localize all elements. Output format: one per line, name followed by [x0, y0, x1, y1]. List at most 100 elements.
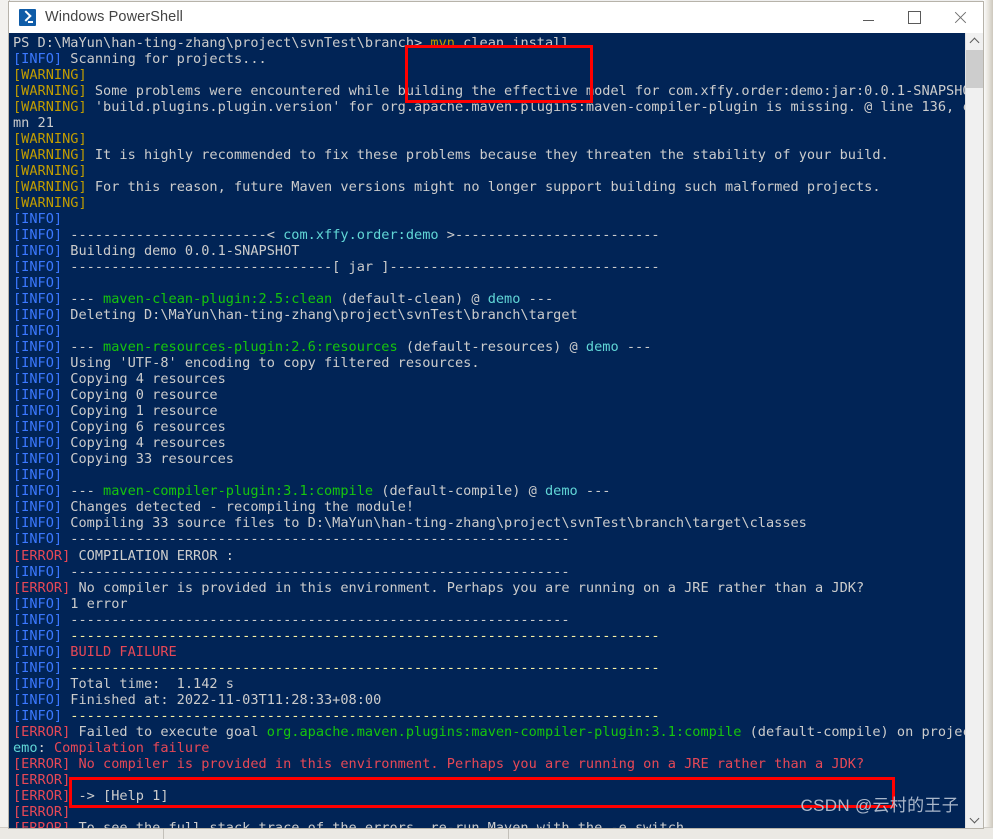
scroll-down-button[interactable] — [966, 811, 983, 828]
taskbar-strip — [0, 827, 993, 839]
console-text-segment: maven-resources-plugin:2.6:resources — [103, 339, 398, 356]
chevron-up-icon — [969, 37, 980, 48]
console-text-segment: Copying 1 resource — [62, 403, 218, 420]
console-text-segment: [ERROR] — [13, 787, 71, 804]
console-line: [INFO] BUILD FAILURE — [13, 644, 965, 660]
console-line: [WARNING] 'build.plugins.plugin.version'… — [13, 99, 965, 115]
maximize-button[interactable] — [891, 2, 937, 32]
console-text-segment: ----------------------------------------… — [62, 611, 570, 628]
powershell-window: Windows PowerShell PS D:\MaYun\han-ting-… — [9, 2, 983, 828]
title-bar[interactable]: Windows PowerShell — [9, 2, 983, 33]
console-text-segment: [INFO] — [13, 403, 63, 420]
console-text-segment: [ERROR] — [13, 723, 71, 740]
console-line: [INFO] Finished at: 2022-11-03T11:28:33+… — [13, 692, 965, 708]
console-scrollbar[interactable] — [965, 33, 983, 828]
console-line: [INFO] Copying 33 resources — [13, 451, 965, 467]
console-line: [INFO] ------------------------< com.xff… — [13, 227, 965, 243]
console-text-segment: (default-compile) @ — [373, 483, 545, 500]
window-controls — [845, 2, 983, 32]
console-line: [INFO] ---------------------------------… — [13, 708, 965, 724]
maximize-icon — [907, 10, 921, 24]
console-text-segment: [INFO] — [13, 467, 63, 484]
console-text-segment: [INFO] — [13, 51, 63, 68]
console-text-segment: [INFO] — [13, 643, 63, 660]
chevron-down-icon — [969, 813, 980, 824]
console-text-segment: [INFO] — [13, 355, 63, 372]
console-text-segment: [INFO] — [13, 675, 63, 692]
console-text-segment: maven-compiler-plugin:3.1:compile — [103, 483, 374, 500]
console-text-segment: demo — [585, 339, 619, 356]
console-line: [WARNING] — [13, 195, 965, 211]
minimize-button[interactable] — [845, 2, 891, 32]
console-text-segment: [INFO] — [13, 499, 63, 516]
console-text-segment: ----------------------------------------… — [62, 531, 570, 548]
console-text-segment: Copying 33 resources — [62, 451, 234, 468]
console-text-segment: [INFO] — [13, 227, 63, 244]
console-text-segment: [WARNING] — [13, 179, 87, 196]
console-text-segment: (default-resources) @ — [397, 339, 586, 356]
console-text-segment: [ERROR] — [13, 819, 71, 828]
console-text-segment: --- — [62, 483, 104, 500]
console-text-segment: demo — [487, 291, 521, 308]
console-text-segment: [INFO] — [13, 323, 63, 340]
console-output[interactable]: PS D:\MaYun\han-ting-zhang\project\svnTe… — [9, 33, 965, 828]
console-line: [INFO] — [13, 211, 965, 227]
close-icon — [954, 11, 967, 24]
console-line: [INFO] Using 'UTF-8' encoding to copy fi… — [13, 355, 965, 371]
console-text-segment: [ERROR] — [13, 547, 71, 564]
console-line: [INFO] Copying 1 resource — [13, 403, 965, 419]
console-text-segment: [INFO] — [13, 435, 63, 452]
console-text-segment: [INFO] — [13, 291, 63, 308]
watermark: CSDN @云村的王子 — [800, 796, 959, 815]
console-text-segment: To see the full stack trace of the error… — [70, 819, 693, 828]
powershell-icon — [19, 8, 36, 26]
console-text-segment: [ERROR] — [13, 579, 71, 596]
console-text-segment: Copying 4 resources — [62, 371, 226, 388]
console-text-segment: (default-compile) on project d — [749, 723, 965, 740]
console-text-segment: Deleting D:\MaYun\han-ting-zhang\project… — [62, 307, 578, 324]
console-text-segment: demo — [544, 483, 578, 500]
console-line: [INFO] Copying 6 resources — [13, 419, 965, 435]
console-area: PS D:\MaYun\han-ting-zhang\project\svnTe… — [9, 33, 983, 828]
console-text-segment: It is highly recommended to fix these pr… — [86, 147, 889, 164]
console-text-segment: Finished at: 2022-11-03T11:28:33+08:00 — [62, 691, 382, 708]
console-line: PS D:\MaYun\han-ting-zhang\project\svnTe… — [13, 35, 965, 51]
console-line: [ERROR] To see the full stack trace of t… — [13, 820, 965, 828]
console-text-segment: [INFO] — [13, 483, 63, 500]
console-line: [INFO] — [13, 467, 965, 483]
console-text-segment: PS D:\MaYun\han-ting-zhang\project\svnTe… — [13, 35, 423, 51]
console-text-segment: [INFO] — [13, 259, 63, 276]
console-line: [INFO] Deleting D:\MaYun\han-ting-zhang\… — [13, 307, 965, 323]
console-line: [ERROR] No compiler is provided in this … — [13, 756, 965, 772]
console-text-segment: [WARNING] — [13, 131, 87, 148]
console-line: emo: Compilation failure — [13, 740, 965, 756]
console-text-segment: Copying 0 resource — [62, 387, 218, 404]
console-text-segment: BUILD FAILURE — [62, 643, 177, 660]
console-text-segment: --- — [62, 339, 104, 356]
console-text-segment: [INFO] — [13, 387, 63, 404]
scroll-up-button[interactable] — [966, 33, 983, 50]
console-line: [INFO] — [13, 275, 965, 291]
console-text-segment: [ERROR] — [13, 771, 71, 788]
console-line: [INFO] Compiling 33 source files to D:\M… — [13, 515, 965, 531]
console-line: [INFO] Building demo 0.0.1-SNAPSHOT — [13, 243, 965, 259]
console-text-segment: No compiler is provided in this environm… — [70, 579, 865, 596]
console-line: [ERROR] No compiler is provided in this … — [13, 580, 965, 596]
close-button[interactable] — [937, 2, 983, 32]
console-line: [ERROR] COMPILATION ERROR : — [13, 548, 965, 564]
console-line: [INFO] Scanning for projects... — [13, 51, 965, 67]
console-text-segment: [INFO] — [13, 707, 63, 724]
console-line: [INFO] --- maven-resources-plugin:2.6:re… — [13, 339, 965, 355]
console-text-segment: emo — [13, 739, 38, 756]
console-line: [INFO] — [13, 323, 965, 339]
console-text-segment: [INFO] — [13, 563, 63, 580]
console-text-segment: Copying 6 resources — [62, 419, 226, 436]
console-text-segment: [INFO] — [13, 659, 63, 676]
console-text-segment: ----------------------------------------… — [62, 563, 570, 580]
console-line: [WARNING] Some problems were encountered… — [13, 83, 965, 99]
console-line: [WARNING] — [13, 163, 965, 179]
console-text-segment: ----------------------------------------… — [62, 707, 660, 724]
console-text-segment: [WARNING] — [13, 99, 87, 116]
scrollbar-thumb[interactable] — [966, 50, 983, 88]
console-line: [INFO] --- maven-compiler-plugin:3.1:com… — [13, 483, 965, 499]
